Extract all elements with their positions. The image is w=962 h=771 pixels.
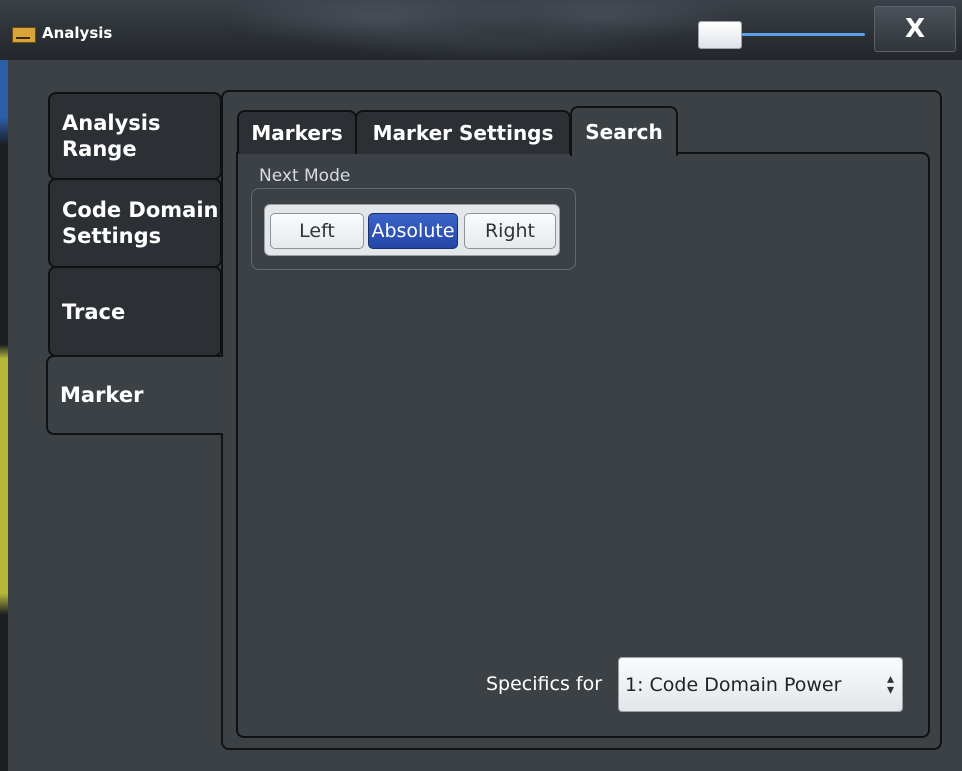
side-tab-trace[interactable]: Trace (48, 266, 222, 357)
next-mode-absolute-button[interactable]: Absolute (368, 213, 458, 249)
side-tab-code-domain-settings[interactable]: Code Domain Settings (48, 178, 222, 268)
side-tab-label: Analysis Range (62, 111, 161, 161)
tab-markers[interactable]: Markers (237, 110, 357, 154)
analysis-dialog: Analysis X Analysis Range Code Domain Se… (0, 0, 962, 771)
side-tab-label: Marker (60, 383, 144, 407)
transparency-slider-handle[interactable] (698, 21, 742, 49)
specifics-select[interactable]: 1: Code Domain Power ▴ ▾ (618, 657, 903, 712)
tab-label: Search (585, 120, 663, 144)
background-blur (120, 0, 962, 60)
close-button[interactable]: X (874, 6, 956, 52)
specifics-label: Specifics for (486, 673, 603, 695)
window-title: Analysis (42, 24, 113, 42)
tab-label: Marker Settings (372, 121, 554, 145)
tab-marker-settings[interactable]: Marker Settings (355, 110, 571, 154)
tab-label: Markers (251, 121, 343, 145)
chevron-up-down-icon: ▴ ▾ (886, 671, 894, 698)
next-mode-label: Next Mode (259, 166, 351, 186)
side-tab-label: Code Domain Settings (62, 198, 219, 248)
specifics-value: 1: Code Domain Power (625, 673, 842, 696)
side-tab-analysis-range[interactable]: Analysis Range (48, 92, 222, 180)
app-icon (12, 27, 36, 43)
next-mode-left-button[interactable]: Left (270, 213, 364, 249)
next-mode-right-button[interactable]: Right (464, 213, 556, 249)
transparency-slider-track[interactable] (740, 33, 865, 36)
side-tab-label: Trace (62, 299, 126, 324)
title-bar: Analysis X (0, 0, 962, 60)
side-tab-marker[interactable]: Marker (46, 355, 224, 435)
close-icon: X (904, 14, 926, 44)
tab-search[interactable]: Search (570, 106, 678, 156)
background-edge (0, 60, 8, 771)
